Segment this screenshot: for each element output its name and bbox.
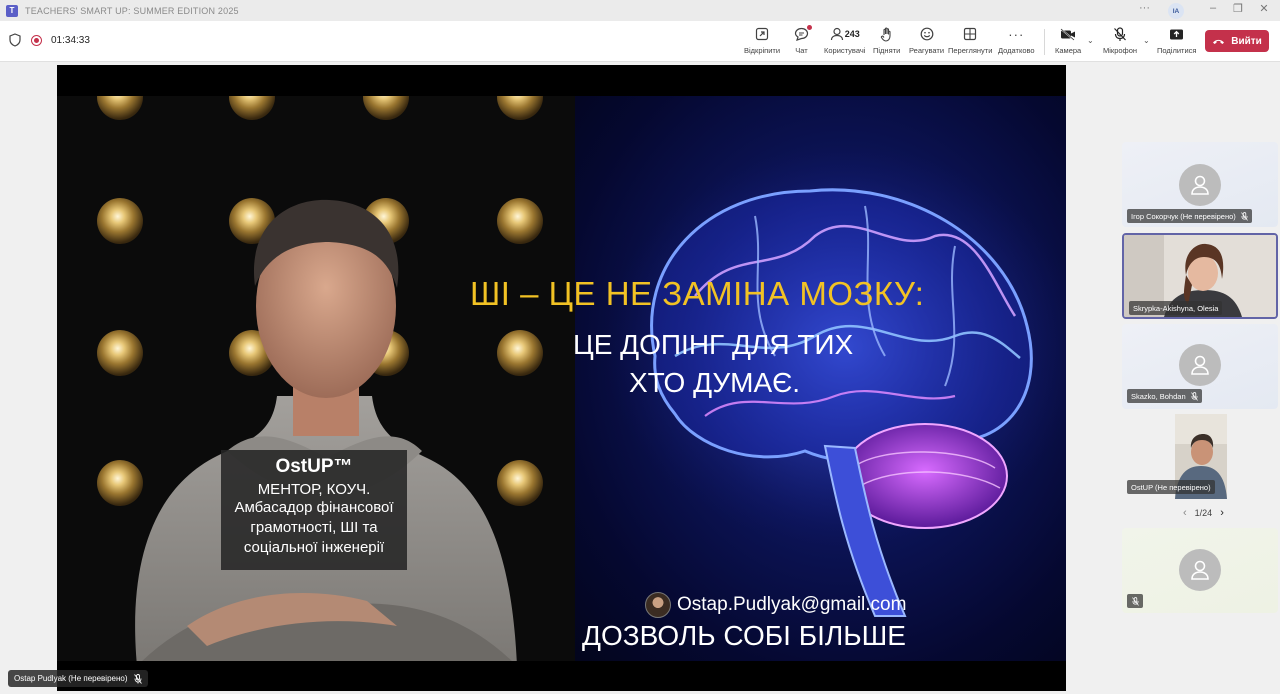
more-button[interactable]: ··· Додатково — [998, 25, 1035, 56]
participant-avatar — [1179, 164, 1221, 206]
window-title: TEACHERS' SMART UP: SUMMER EDITION 2025 — [25, 5, 239, 16]
people-count: 243 — [844, 29, 860, 39]
lamp-decoration — [363, 96, 409, 120]
mic-off-icon — [1240, 211, 1248, 221]
next-page-icon[interactable]: › — [1220, 507, 1224, 519]
participant-name: OstUP (Не перевірено) — [1131, 482, 1211, 492]
people-button[interactable]: 243 Користувачі — [824, 25, 865, 55]
participant-tile-speaking[interactable]: Skrypka-Akishyna, Olesia — [1122, 233, 1278, 319]
leave-label: Вийти — [1231, 35, 1262, 47]
react-label: Реагувати — [909, 46, 945, 55]
grid-view-icon — [964, 27, 977, 41]
mic-icon — [133, 673, 142, 684]
camera-options-chevron-icon[interactable]: ⌄ — [1087, 36, 1094, 45]
participant-mic-tag — [1127, 594, 1143, 608]
presenter-name-tag: Ostap Pudlyak (Не перевірено) — [8, 670, 148, 687]
recording-icon — [31, 34, 42, 46]
maximize-icon[interactable]: ❐ — [1228, 2, 1248, 15]
meeting-toolbar: 01:34:33 Відкріпити Чат 243 Користувачі … — [0, 21, 1280, 62]
page-indicator: 1/24 — [1194, 508, 1213, 518]
chat-unread-badge — [807, 25, 812, 30]
speaker-photo — [57, 96, 575, 661]
smile-icon — [920, 27, 933, 41]
hand-icon — [880, 27, 891, 42]
participant-avatar — [1179, 549, 1221, 591]
participant-tile[interactable] — [1122, 528, 1278, 613]
participant-name-tag: Skrypka-Akishyna, Olesia — [1129, 301, 1223, 315]
meeting-timer: 01:34:33 — [51, 34, 90, 46]
shield-icon — [9, 33, 21, 47]
speaker-info-card: OstUP™ МЕНТОР, КОУЧ. Амбасадор фінансово… — [221, 450, 407, 570]
slide-subtitle-line2: ХТО ДУМАЄ. — [629, 367, 801, 398]
unpin-button[interactable]: Відкріпити — [744, 25, 780, 55]
mic-off-icon — [1190, 391, 1198, 401]
title-bar: T TEACHERS' SMART UP: SUMMER EDITION 202… — [0, 0, 1280, 21]
mic-options-chevron-icon[interactable]: ⌄ — [1143, 36, 1150, 45]
contact-row: Ostap.Pudlyak@gmail.com — [645, 592, 906, 618]
lamp-decoration — [97, 96, 143, 120]
share-icon — [1170, 29, 1184, 39]
view-label: Переглянути — [948, 46, 993, 55]
participant-name-tag: Ігор Сокорчук (Не перевірено) — [1127, 209, 1252, 223]
shared-screen: ШІ – ЦЕ НЕ ЗАМІНА МОЗКУ: ЦЕ ДОПІНГ ДЛЯ Т… — [57, 65, 1066, 691]
presenter-name: Ostap Pudlyak (Не перевірено) — [14, 674, 128, 683]
speaker-desc-line2: грамотності, ШІ та — [250, 519, 378, 536]
participant-tile[interactable]: OstUP (Не перевірено) — [1122, 414, 1278, 499]
speaker-desc-line3: соціальної інженерії — [243, 539, 385, 556]
raise-hand-label: Підняти — [873, 46, 901, 55]
speaker-role: МЕНТОР, КОУЧ. — [257, 481, 371, 498]
mic-button[interactable]: Мікрофон — [1103, 25, 1137, 55]
person-icon — [1191, 355, 1209, 375]
mic-label: Мікрофон — [1103, 46, 1138, 55]
participant-pager: ‹ 1/24 › — [1175, 507, 1232, 519]
chat-label: Чат — [795, 46, 808, 55]
ellipsis-icon: ··· — [1008, 26, 1025, 42]
speaker-brand: OstUP™ — [275, 456, 353, 477]
raise-hand-button[interactable]: Підняти — [873, 25, 900, 55]
close-icon[interactable]: ✕ — [1254, 2, 1274, 15]
slide-subtitle-line1: ЦЕ ДОПІНГ ДЛЯ ТИХ — [573, 329, 854, 360]
lamp-decoration — [229, 96, 275, 120]
participant-name: Ігор Сокорчук (Не перевірено) — [1131, 211, 1236, 221]
more-options-icon[interactable]: ··· — [1139, 2, 1150, 14]
camera-button[interactable]: Камера — [1055, 25, 1081, 55]
unpin-label: Відкріпити — [744, 46, 781, 55]
participant-name: Skazko, Bohdan — [1131, 391, 1186, 401]
leave-button[interactable]: Вийти — [1205, 30, 1269, 52]
lamp-decoration — [497, 96, 543, 120]
participant-tile[interactable]: Skazko, Bohdan — [1122, 324, 1278, 409]
speaker-mini-avatar — [645, 592, 671, 618]
camera-label: Камера — [1055, 46, 1082, 55]
chat-button[interactable]: Чат — [794, 25, 812, 55]
people-icon — [830, 27, 843, 41]
people-label: Користувачі — [824, 46, 866, 55]
user-avatar[interactable]: IA — [1168, 3, 1184, 19]
person-icon — [1191, 175, 1209, 195]
more-label: Додатково — [998, 46, 1035, 55]
slide-tagline: ДОЗВОЛЬ СОБІ БІЛЬШЕ — [582, 620, 906, 651]
prev-page-icon[interactable]: ‹ — [1183, 507, 1187, 519]
slide-headline: ШІ – ЦЕ НЕ ЗАМІНА МОЗКУ: — [470, 275, 925, 312]
participant-tile[interactable]: Ігор Сокорчук (Не перевірено) — [1122, 142, 1278, 227]
participant-name-tag: Skazko, Bohdan — [1127, 389, 1202, 403]
view-button[interactable]: Переглянути — [948, 25, 992, 55]
mic-off-icon — [1131, 596, 1139, 606]
person-icon — [1191, 560, 1209, 580]
participant-avatar — [1179, 344, 1221, 386]
participant-name-tag: OstUP (Не перевірено) — [1127, 480, 1215, 494]
react-button[interactable]: Реагувати — [909, 25, 944, 55]
speaker-desc-line1: Амбасадор фінансової — [234, 499, 394, 516]
unpin-icon — [755, 27, 769, 41]
speaker-figure — [135, 199, 517, 661]
share-label: Поділитися — [1157, 46, 1197, 55]
phone-hangup-icon — [1213, 39, 1225, 44]
share-button[interactable]: Поділитися — [1157, 25, 1196, 55]
minimize-icon[interactable]: – — [1203, 2, 1223, 14]
contact-email: Ostap.Pudlyak@gmail.com — [677, 594, 907, 615]
toolbar-divider — [1044, 29, 1045, 55]
teams-icon: T — [6, 4, 18, 17]
camera-icon — [1060, 27, 1076, 41]
participant-name: Skrypka-Akishyna, Olesia — [1133, 303, 1219, 313]
mic-off-icon — [1114, 26, 1126, 41]
